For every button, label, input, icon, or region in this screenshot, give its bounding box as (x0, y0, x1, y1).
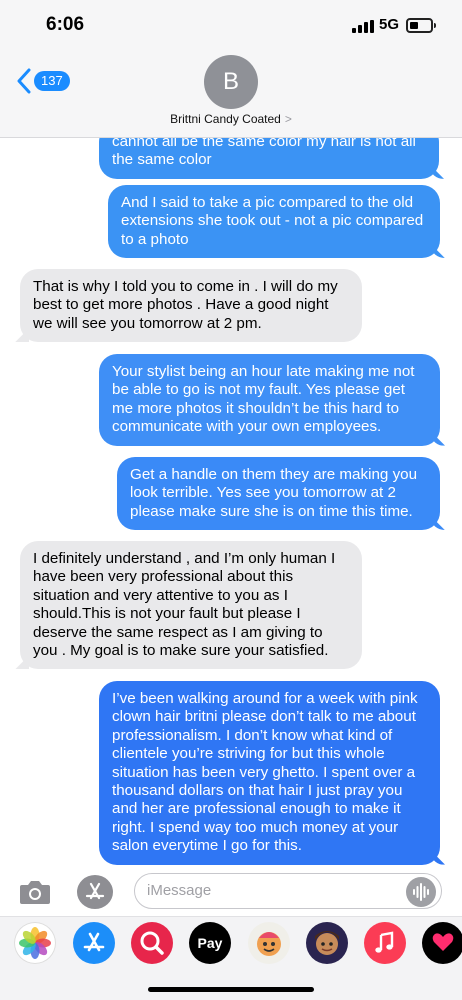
back-button[interactable]: 137 (16, 66, 76, 96)
app-store-icon[interactable] (77, 875, 113, 909)
memoji-icon[interactable] (306, 922, 348, 964)
message-list[interactable]: cannot all be the same color my hair is … (0, 138, 462, 868)
conversation-header: 137 B Brittni Candy Coated > (0, 52, 462, 138)
music-icon[interactable] (364, 922, 406, 964)
contact-avatar[interactable]: B (204, 55, 258, 109)
waveform-icon[interactable] (406, 877, 436, 907)
app-store-icon[interactable] (73, 922, 115, 964)
memoji-stickers-icon[interactable] (248, 922, 290, 964)
message-bubble-sent[interactable]: Get a handle on them they are making you… (117, 457, 440, 531)
contact-name-button[interactable]: Brittni Candy Coated > (0, 112, 462, 126)
chevron-right-icon: > (284, 112, 292, 126)
status-bar: 6:06 5G (0, 0, 462, 52)
photos-icon[interactable] (14, 922, 56, 964)
message-input[interactable]: iMessage (134, 873, 442, 909)
images-search-icon[interactable] (131, 922, 173, 964)
message-bubble-sent[interactable]: I’ve been walking around for a week with… (99, 681, 440, 865)
app-drawer: Pay (0, 916, 462, 1000)
digital-touch-icon[interactable] (422, 922, 462, 964)
message-bubble-received[interactable]: I definitely understand , and I’m only h… (20, 541, 362, 670)
camera-icon[interactable] (18, 877, 52, 907)
message-bubble-sent[interactable]: cannot all be the same color my hair is … (99, 138, 439, 179)
unread-count-badge: 137 (34, 71, 70, 91)
compose-bar: iMessage (0, 868, 462, 916)
chevron-left-icon (17, 68, 31, 94)
apple-pay-icon[interactable]: Pay (189, 922, 231, 964)
cellular-signal-icon (352, 20, 374, 33)
apple-pay-label: Pay (197, 935, 223, 951)
network-type: 5G (379, 16, 400, 33)
status-time: 6:06 (46, 14, 85, 35)
contact-name: Brittni Candy Coated (170, 112, 281, 126)
battery-icon (406, 18, 436, 33)
message-bubble-sent[interactable]: Your stylist being an hour late making m… (99, 354, 440, 446)
home-indicator (148, 987, 314, 992)
message-bubble-sent[interactable]: And I said to take a pic compared to the… (108, 185, 440, 259)
message-bubble-received[interactable]: That is why I told you to come in . I wi… (20, 269, 362, 343)
